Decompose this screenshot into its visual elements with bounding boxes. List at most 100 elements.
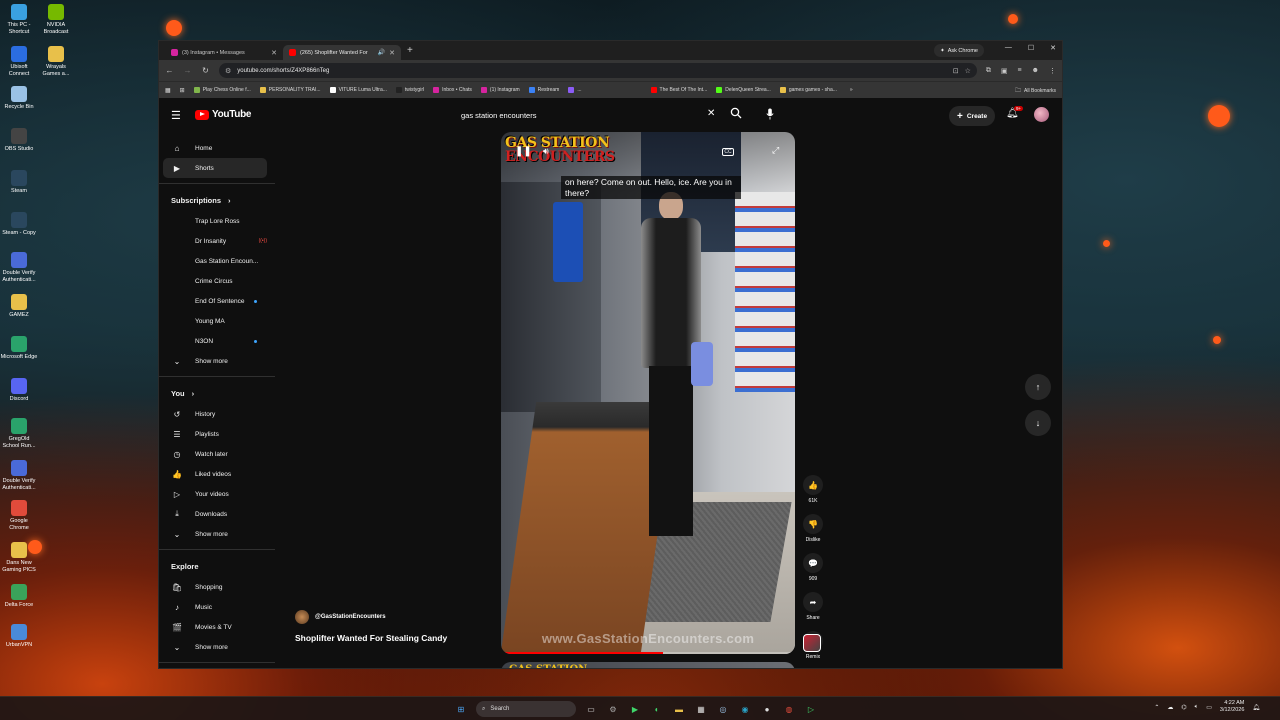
share-action[interactable]: ➦ Share	[801, 592, 825, 631]
thumbs-up-action[interactable]: 👍 61K	[801, 475, 825, 514]
next-short-button[interactable]: ↓	[1025, 410, 1051, 436]
url-field[interactable]: ⚙ youtube.com/shorts/Z4XP866nTeg ⊡ ☆	[219, 63, 977, 78]
close-window-icon[interactable]: ✕	[1050, 44, 1056, 52]
close-icon[interactable]: ✕	[271, 49, 277, 57]
microphone-icon[interactable]	[763, 106, 777, 122]
game-launcher-icon[interactable]: ▷	[804, 702, 818, 716]
subscription-item[interactable]: Young MA	[159, 311, 275, 331]
thumbs-up-icon[interactable]: 👍	[803, 475, 823, 495]
bookmark-item[interactable]: twistygirl	[395, 87, 424, 93]
profile-icon[interactable]: ☻	[1032, 67, 1039, 75]
forward-icon[interactable]: →	[183, 66, 192, 75]
bookmark-item[interactable]: The Best Of The Int...	[650, 87, 707, 93]
sidebar-item-movies-tv[interactable]: 🎬 Movies & TV	[159, 617, 275, 637]
sidepanel-icon[interactable]: ▣	[1001, 67, 1008, 75]
desktop-shortcut[interactable]: Steam - Copy	[0, 212, 38, 237]
explore-header[interactable]: Explore	[159, 555, 275, 577]
sidebar-item-home[interactable]: ⌂ Home	[159, 138, 275, 158]
new-tab-button[interactable]: +	[407, 45, 413, 56]
maximize-icon[interactable]: ☐	[1028, 44, 1034, 52]
desktop-shortcut[interactable]: Recycle Bin	[0, 86, 38, 111]
reload-icon[interactable]: ↻	[201, 66, 210, 75]
desktop-shortcut[interactable]: Ubisoft Connect	[0, 46, 38, 77]
previous-short-button[interactable]: ↑	[1025, 374, 1051, 400]
captions-icon[interactable]: CC	[722, 148, 734, 156]
tab-instagram[interactable]: (3) Instagram • Messages ✕	[165, 45, 283, 60]
comment-icon[interactable]: 💬	[803, 553, 823, 573]
tab-youtube-short[interactable]: (265) Shoplifter Wanted For 🔊 ✕	[283, 45, 401, 60]
file-explorer-icon[interactable]: ▬	[672, 702, 686, 716]
play-app-icon[interactable]: ▶	[628, 702, 642, 716]
tray-overflow-icon[interactable]: ⌃	[1154, 704, 1159, 711]
search-icon[interactable]	[730, 107, 742, 122]
volume-icon[interactable]: 🔊︎	[543, 146, 549, 157]
channel-avatar[interactable]	[295, 610, 309, 624]
desktop-shortcut[interactable]: Discord	[0, 378, 38, 403]
bookmark-item[interactable]: Restream	[528, 87, 559, 93]
pause-icon[interactable]: ❚❚	[515, 146, 532, 157]
subscriptions-header[interactable]: Subscriptions ›	[159, 189, 275, 211]
settings-icon[interactable]: ⚙	[606, 702, 620, 716]
desktop-shortcut[interactable]: OBS Studio	[0, 128, 38, 153]
comment-action[interactable]: 💬 909	[801, 553, 825, 592]
bookmark-item[interactable]: games games - sha...	[779, 87, 837, 93]
desktop-shortcut[interactable]: GAMEZ	[0, 294, 38, 319]
sidebar-item-shorts[interactable]: ▶ Shorts	[163, 158, 267, 178]
ask-chrome-button[interactable]: ✦ Ask Chrome	[934, 44, 984, 57]
desktop-shortcut[interactable]: Microsoft Edge	[0, 336, 38, 361]
desktop-shortcut[interactable]: Steam	[0, 170, 38, 195]
back-icon[interactable]: ←	[165, 66, 174, 75]
sidebar-item-shopping[interactable]: 🛍 Shopping	[159, 577, 275, 597]
menu-kebab-icon[interactable]: ⋮	[1049, 67, 1056, 75]
volume-icon[interactable]: 🔈︎	[1195, 704, 1199, 711]
more-from-youtube-header[interactable]: More from YouTube	[159, 668, 275, 669]
short-channel-info[interactable]: @GasStationEncounters	[295, 610, 386, 624]
desktop-shortcut[interactable]: Google Chrome	[0, 500, 38, 531]
desktop-shortcut[interactable]: Dans New Gaming PICS	[0, 542, 38, 573]
all-bookmarks-button[interactable]: 🗀 All Bookmarks	[1015, 86, 1056, 96]
youtube-logo[interactable]: YouTube	[195, 109, 252, 120]
sidebar-item-music[interactable]: ♪ Music	[159, 597, 275, 617]
subscription-item[interactable]: Crime Circus	[159, 271, 275, 291]
sound-thumbnail[interactable]	[803, 634, 821, 652]
bookmark-item[interactable]: DelenQueen Strea...	[716, 87, 771, 93]
explore-show-more[interactable]: ⌄ Show more	[159, 637, 275, 657]
search-input[interactable]: gas station encounters	[451, 105, 723, 125]
desktop-shortcut[interactable]: GregOld School Run...	[0, 418, 38, 449]
notification-center-icon[interactable]: 🔔︎	[1252, 704, 1260, 711]
onedrive-icon[interactable]: ☁	[1167, 704, 1173, 711]
create-button[interactable]: + Create	[949, 106, 996, 126]
you-header[interactable]: You ›	[159, 382, 275, 404]
thumbs-down-icon[interactable]: 👎	[803, 514, 823, 534]
windows-start-icon[interactable]: ⊞	[454, 702, 468, 716]
edge-icon[interactable]: ◉	[738, 702, 752, 716]
subscription-item[interactable]: N3ON	[159, 331, 275, 351]
extensions-icon[interactable]: ⧉	[986, 67, 991, 75]
bookmark-item[interactable]: ...	[568, 87, 582, 93]
subscription-item[interactable]: Dr Insanity ((•))	[159, 231, 275, 251]
app-icon[interactable]: ▦	[694, 702, 708, 716]
bookmark-star-icon[interactable]: ☆	[965, 67, 971, 75]
chrome-icon[interactable]: ◍	[782, 702, 796, 716]
bookmark-item[interactable]: Play Chess Online f...	[193, 87, 251, 93]
subscription-item[interactable]: End Of Sentence	[159, 291, 275, 311]
subscription-item[interactable]: Gas Station Encoun...	[159, 251, 275, 271]
task-view-icon[interactable]: ▭	[584, 702, 598, 716]
you-show-more[interactable]: ⌄ Show more	[159, 524, 275, 544]
thumbs-down-action[interactable]: 👎 Dislike	[801, 514, 825, 553]
desktop-shortcut[interactable]: Wrayals Games a...	[37, 46, 75, 77]
subscription-item[interactable]: Trap Lore Ross	[159, 211, 275, 231]
desktop-shortcut[interactable]: NVIDIA Broadcast	[37, 4, 75, 35]
short-title[interactable]: Shoplifter Wanted For Stealing Candy	[295, 633, 447, 643]
taskbar-search[interactable]: ⌕ Search	[476, 701, 576, 717]
progress-bar[interactable]	[501, 652, 795, 654]
more-bookmarks-icon[interactable]: »	[850, 87, 853, 93]
bookmark-item[interactable]: PERSONALITY TRAI...	[259, 87, 321, 93]
desktop-shortcut[interactable]: Double Verify Authenticati...	[0, 460, 38, 491]
battery-icon[interactable]: ▭	[1206, 704, 1212, 711]
short-video-player[interactable]: GAS STATION ENCOUNTERS ❚❚ 🔊︎ CC ⤢ on her…	[501, 132, 795, 654]
channel-handle[interactable]: @GasStationEncounters	[315, 614, 386, 620]
sidebar-item-your-videos[interactable]: ▷ Your videos	[159, 484, 275, 504]
desktop-shortcut[interactable]: Double Verify Authenticati...	[0, 252, 38, 283]
xbox-icon[interactable]: ◐	[650, 702, 664, 716]
